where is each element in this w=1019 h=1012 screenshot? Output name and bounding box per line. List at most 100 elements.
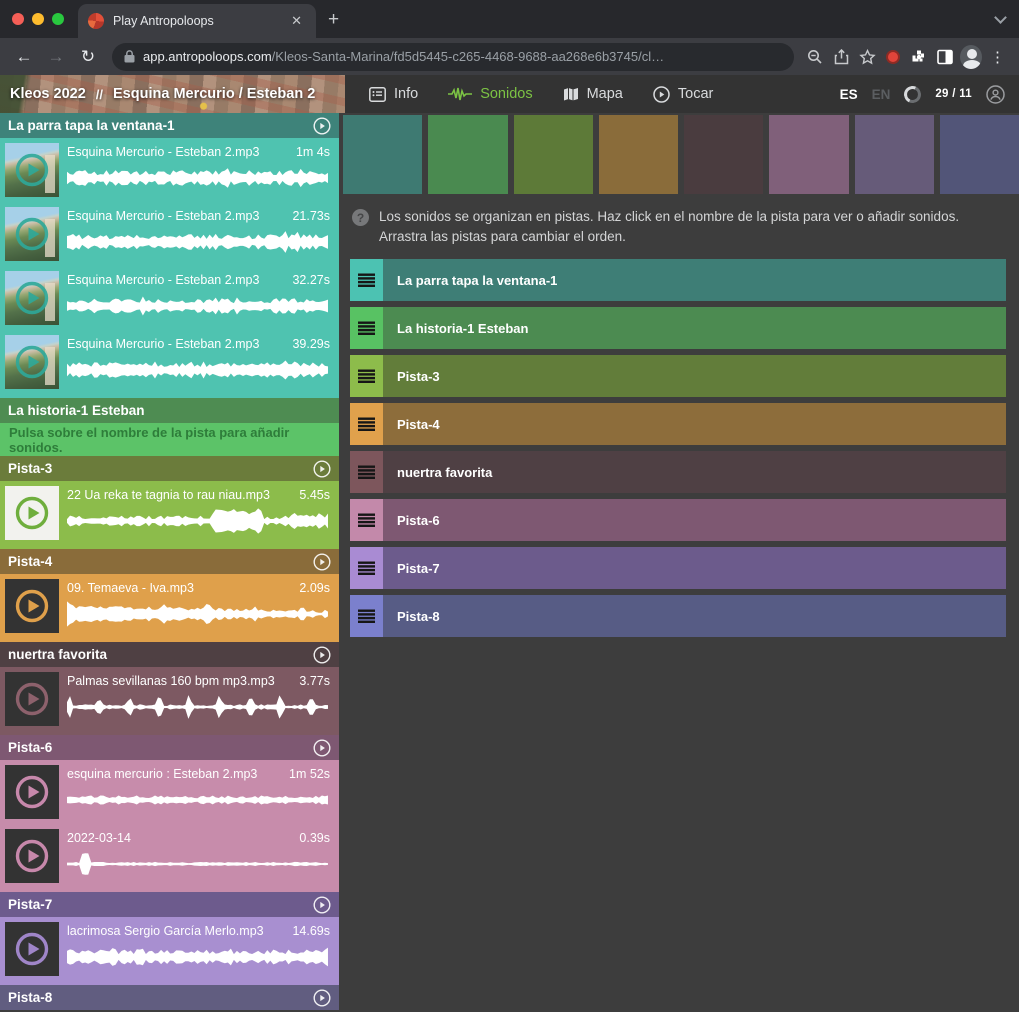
audio-clip[interactable]: Esquina Mercurio - Esteban 2.mp321.73s	[0, 202, 339, 266]
side-panel-icon[interactable]	[934, 49, 956, 65]
reload-button[interactable]: ↻	[74, 47, 102, 67]
audio-clip[interactable]: Esquina Mercurio - Esteban 2.mp332.27s	[0, 266, 339, 330]
zoom-level-icon[interactable]	[804, 49, 826, 65]
tab-info[interactable]: Info	[361, 86, 426, 102]
track-play-button[interactable]	[313, 553, 331, 571]
clip-thumbnail[interactable]	[5, 207, 59, 261]
track-play-button[interactable]	[313, 646, 331, 664]
track-header[interactable]: Pista-7	[0, 892, 339, 917]
track-row-bar[interactable]: Pista-3	[383, 355, 1006, 397]
track-header[interactable]: Pista-3	[0, 456, 339, 481]
browser-menu-icon[interactable]: ⋮	[986, 48, 1009, 66]
tab-sonidos[interactable]: Sonidos	[440, 86, 540, 102]
track-header[interactable]: La historia-1 Esteban	[0, 398, 339, 423]
drag-handle[interactable]	[350, 403, 383, 445]
bookmark-star-icon[interactable]	[856, 49, 878, 65]
track-play-button[interactable]	[313, 117, 331, 135]
track-row[interactable]: La historia-1 Esteban	[350, 307, 1006, 349]
track-row-bar[interactable]: Pista-8	[383, 595, 1006, 637]
track-play-button[interactable]	[313, 460, 331, 478]
track-row-bar[interactable]: La historia-1 Esteban	[383, 307, 1006, 349]
share-icon[interactable]	[830, 49, 852, 65]
track-row-label: nuertra favorita	[397, 465, 492, 480]
audio-clip[interactable]: 2022-03-140.39s	[0, 824, 339, 888]
clip-thumbnail[interactable]	[5, 922, 59, 976]
clip-thumbnail[interactable]	[5, 335, 59, 389]
record-extension-icon[interactable]	[882, 50, 904, 64]
drag-handle[interactable]	[350, 307, 383, 349]
track-color-swatch[interactable]	[855, 115, 934, 194]
track-header[interactable]: nuertra favorita	[0, 642, 339, 667]
track-color-swatch[interactable]	[343, 115, 422, 194]
close-window-button[interactable]	[12, 13, 24, 25]
clip-thumbnail[interactable]	[5, 143, 59, 197]
track-header[interactable]: Pista-6	[0, 735, 339, 760]
audio-clip[interactable]: Palmas sevillanas 160 bpm mp3.mp33.77s	[0, 667, 339, 731]
audio-clip[interactable]: 22 Ua reka te tagnia to rau niau.mp35.45…	[0, 481, 339, 545]
track-header[interactable]: La parra tapa la ventana-1	[0, 113, 339, 138]
audio-clip[interactable]: Esquina Mercurio - Esteban 2.mp31m 4s	[0, 138, 339, 202]
tab-tocar[interactable]: Tocar	[645, 86, 721, 103]
track-row-bar[interactable]: Pista-7	[383, 547, 1006, 589]
drag-handle[interactable]	[350, 451, 383, 493]
browser-tab-strip: Play Antropoloops ✕ +	[0, 0, 1019, 38]
track-play-button[interactable]	[313, 989, 331, 1007]
drag-handle[interactable]	[350, 595, 383, 637]
url-text: app.antropoloops.com/Kleos-Santa-Marina/…	[143, 49, 664, 64]
track-row[interactable]: Pista-7	[350, 547, 1006, 589]
tab-mapa[interactable]: Mapa	[555, 86, 631, 102]
track-color-swatch[interactable]	[599, 115, 678, 194]
profile-avatar[interactable]	[960, 45, 982, 69]
track-color-swatch[interactable]	[428, 115, 507, 194]
track-row[interactable]: Pista-6	[350, 499, 1006, 541]
track-play-button[interactable]	[313, 896, 331, 914]
clip-thumbnail[interactable]	[5, 829, 59, 883]
track-color-swatch[interactable]	[940, 115, 1019, 194]
clip-body: 09. Temaeva - Iva.mp32.09s	[67, 579, 330, 638]
new-tab-button[interactable]: +	[316, 10, 351, 29]
drag-handle[interactable]	[350, 259, 383, 301]
track-header[interactable]: Pista-4	[0, 549, 339, 574]
track-row[interactable]: Pista-8	[350, 595, 1006, 637]
track-row-bar[interactable]: Pista-4	[383, 403, 1006, 445]
track-color-swatch[interactable]	[514, 115, 593, 194]
minimize-window-button[interactable]	[32, 13, 44, 25]
clip-thumbnail[interactable]	[5, 486, 59, 540]
track-color-swatch[interactable]	[769, 115, 848, 194]
forward-button[interactable]: →	[42, 47, 70, 67]
zoom-window-button[interactable]	[52, 13, 64, 25]
tab-close-icon[interactable]: ✕	[287, 11, 306, 31]
track-color-swatch[interactable]	[684, 115, 763, 194]
lang-es-button[interactable]: ES	[840, 87, 858, 102]
audio-clip[interactable]: esquina mercurio : Esteban 2.mp31m 52s	[0, 760, 339, 824]
help-icon[interactable]: ?	[352, 209, 369, 226]
tab-search-chevron-icon[interactable]	[996, 13, 1005, 22]
drag-handle[interactable]	[350, 499, 383, 541]
clip-thumbnail[interactable]	[5, 579, 59, 633]
audio-clip[interactable]: 09. Temaeva - Iva.mp32.09s	[0, 574, 339, 638]
breadcrumb[interactable]: Kleos 2022 // Esquina Mercurio / Esteban…	[0, 75, 345, 113]
track-row[interactable]: nuertra favorita	[350, 451, 1006, 493]
clip-thumbnail[interactable]	[5, 672, 59, 726]
lang-en-button[interactable]: EN	[872, 87, 891, 102]
track-name: La historia-1 Esteban	[8, 403, 331, 418]
account-icon[interactable]	[986, 85, 1005, 104]
back-button[interactable]: ←	[10, 47, 38, 67]
clip-thumbnail[interactable]	[5, 271, 59, 325]
track-row[interactable]: Pista-3	[350, 355, 1006, 397]
audio-clip[interactable]: lacrimosa Sergio García Merlo.mp314.69s	[0, 917, 339, 981]
track-row[interactable]: Pista-4	[350, 403, 1006, 445]
drag-handle[interactable]	[350, 547, 383, 589]
track-row-bar[interactable]: Pista-6	[383, 499, 1006, 541]
address-bar[interactable]: app.antropoloops.com/Kleos-Santa-Marina/…	[112, 43, 794, 71]
audio-clip[interactable]: Esquina Mercurio - Esteban 2.mp339.29s	[0, 330, 339, 394]
track-row-bar[interactable]: La parra tapa la ventana-1	[383, 259, 1006, 301]
extensions-puzzle-icon[interactable]	[908, 49, 930, 65]
track-play-button[interactable]	[313, 739, 331, 757]
browser-tab[interactable]: Play Antropoloops ✕	[78, 4, 316, 38]
drag-handle[interactable]	[350, 355, 383, 397]
track-header[interactable]: Pista-8	[0, 985, 339, 1010]
track-row-bar[interactable]: nuertra favorita	[383, 451, 1006, 493]
clip-thumbnail[interactable]	[5, 765, 59, 819]
track-row[interactable]: La parra tapa la ventana-1	[350, 259, 1006, 301]
